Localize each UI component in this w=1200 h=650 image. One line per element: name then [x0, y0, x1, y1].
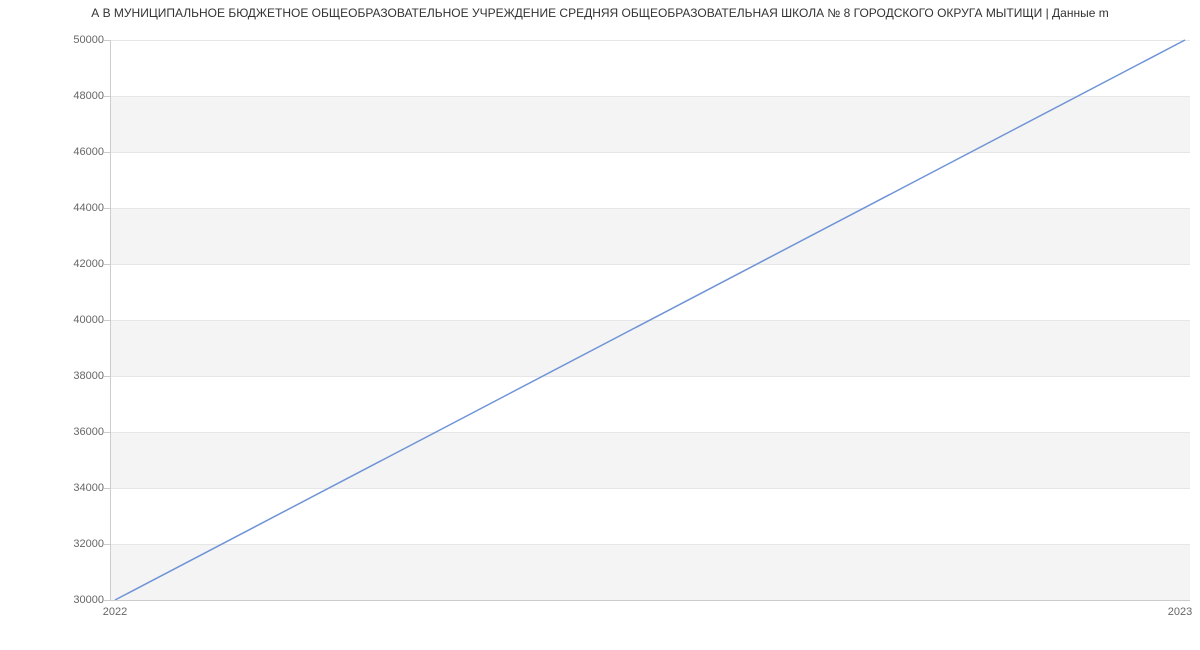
y-tick-label: 40000 — [54, 314, 104, 326]
y-tick-label: 36000 — [54, 426, 104, 438]
plot-area — [110, 40, 1190, 600]
y-axis-line — [110, 40, 111, 600]
y-tick-label: 46000 — [54, 146, 104, 158]
x-tick-label: 2023 — [1168, 606, 1192, 618]
x-axis-line — [110, 600, 1190, 601]
chart-title: А В МУНИЦИПАЛЬНОЕ БЮДЖЕТНОЕ ОБЩЕОБРАЗОВА… — [0, 6, 1200, 20]
y-tick-label: 50000 — [54, 34, 104, 46]
line-series — [110, 40, 1190, 600]
y-tick-label: 48000 — [54, 90, 104, 102]
y-tick-label: 44000 — [54, 202, 104, 214]
y-tick-label: 34000 — [54, 482, 104, 494]
y-tick-label: 32000 — [54, 538, 104, 550]
y-tick-label: 42000 — [54, 258, 104, 270]
y-tick-label: 38000 — [54, 370, 104, 382]
chart-container: А В МУНИЦИПАЛЬНОЕ БЮДЖЕТНОЕ ОБЩЕОБРАЗОВА… — [0, 0, 1200, 650]
y-tick-label: 30000 — [54, 594, 104, 606]
x-tick-label: 2022 — [103, 606, 127, 618]
